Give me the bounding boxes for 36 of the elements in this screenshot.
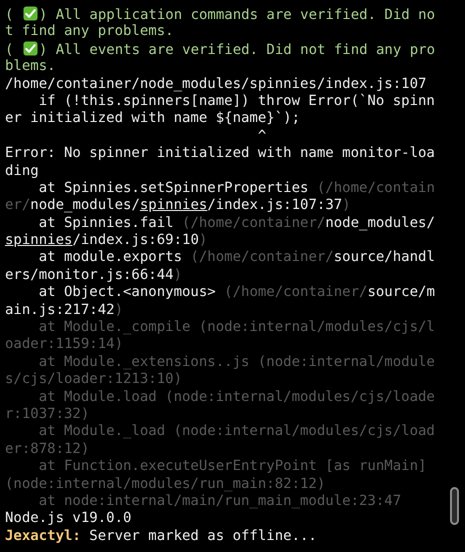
terminal-line: at Module.load (node:internal/modules/cjs/loade <box>38 388 435 405</box>
terminal-line: at Function.executeUserEntryPoint [as runMain] <box>38 458 426 474</box>
terminal-line: at Module._extensions..js (node:internal/module <box>38 354 435 370</box>
terminal-text: ) All events are verified. Did not find any pro <box>38 42 436 58</box>
terminal-line: at Object.<anonymous> (/home/container/source/m <box>38 284 435 300</box>
terminal-line: at Spinnies.fail (/home/container/node_modules/ <box>38 214 435 231</box>
scrollbar-thumb[interactable] <box>450 487 459 525</box>
terminal-line: spinnies/index.js:69:10) <box>5 232 208 248</box>
terminal-line: if (!this.spinners[name]) throw Error(`No spinn <box>38 92 435 109</box>
terminal-line: at Module._load (node:internal/modules/cjs/load <box>38 423 435 440</box>
terminal-text: ) All application commands are verified. Did no <box>38 7 436 23</box>
terminal-line: (node:internal/modules/run_main:82:12) <box>5 476 326 492</box>
terminal-line: s/cjs/loader:1213:10) <box>5 371 182 388</box>
terminal-line: er:878:12) <box>5 440 90 457</box>
terminal-line: at Spinnies.setSpinnerProperties (/home/contain <box>38 180 435 196</box>
terminal-line: r:1037:32) <box>5 406 90 422</box>
terminal-text: ( <box>5 42 14 58</box>
check-icon <box>22 6 38 21</box>
check-icon <box>22 40 38 56</box>
terminal-line: er/node_modules/spinnies/index.js:107:37) <box>5 197 351 214</box>
terminal-line: ain.js:217:42) <box>5 302 124 318</box>
terminal-line: oader:1159:14) <box>5 336 124 352</box>
terminal-line: at Module._compile (node:internal/modules/cjs/l <box>38 319 435 336</box>
terminal-line: blems. <box>5 58 56 74</box>
terminal-line: Node.js v19.0.0 <box>5 510 132 526</box>
terminal-line: Jexactyl: Server marked as offline... <box>5 528 317 544</box>
terminal-line: ers/monitor.js:66:44) <box>5 266 182 283</box>
terminal-line: Error: No spinner initialized with name monitor-loa <box>5 145 435 162</box>
terminal-line: t find any problems. <box>5 23 174 40</box>
terminal-line: ^ <box>256 128 266 144</box>
terminal-line: ding <box>5 162 39 179</box>
terminal-line: at module.exports (/home/container/source/handl <box>38 249 435 266</box>
terminal-text: ( <box>5 7 14 23</box>
terminal-line: er initialized with name ${name}`); <box>5 110 300 126</box>
terminal-line: /home/container/node_modules/spinnies/index.js:107 <box>5 76 426 92</box>
terminal-line: at node:internal/main/run_main_module:23:47 <box>38 492 402 509</box>
